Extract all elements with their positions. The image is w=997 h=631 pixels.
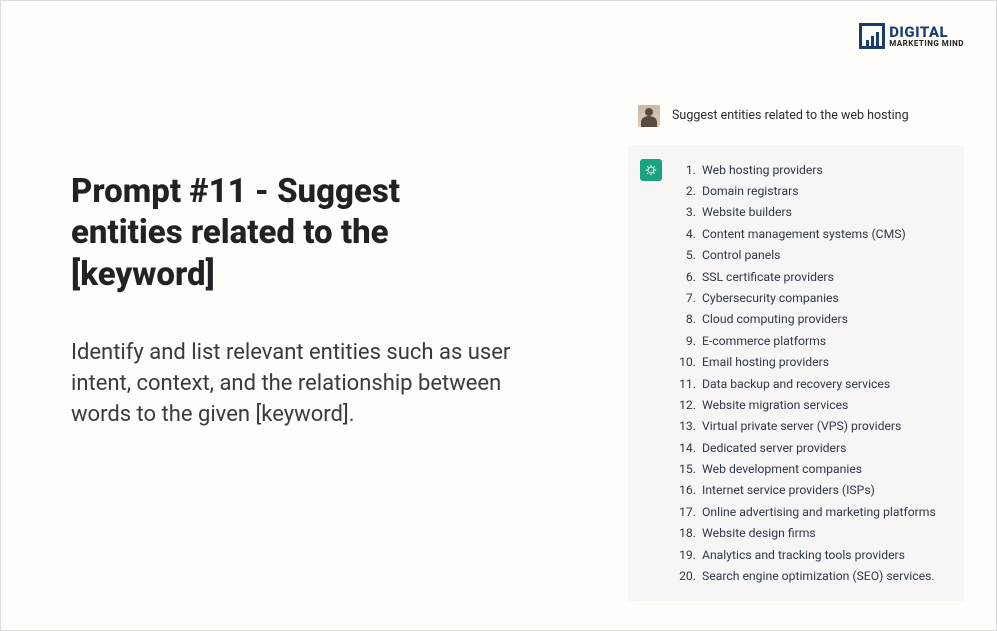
list-item: Search engine optimization (SEO) service… bbox=[676, 565, 952, 586]
logo-line1: DIGITAL bbox=[889, 25, 964, 40]
assistant-avatar-icon bbox=[640, 159, 662, 181]
list-item: Website design firms bbox=[676, 523, 952, 544]
list-item: Email hosting providers bbox=[676, 352, 952, 373]
list-item: Cybersecurity companies bbox=[676, 287, 952, 308]
user-prompt-text: Suggest entities related to the web host… bbox=[672, 105, 909, 123]
page-description: Identify and list relevant entities such… bbox=[71, 337, 511, 431]
logo-icon bbox=[859, 23, 885, 49]
list-item: Data backup and recovery services bbox=[676, 373, 952, 394]
list-item: Analytics and tracking tools providers bbox=[676, 544, 952, 565]
logo-text: DIGITAL MARKETING MIND bbox=[889, 25, 964, 48]
list-item: SSL certificate providers bbox=[676, 266, 952, 287]
slide-page: DIGITAL MARKETING MIND Prompt #11 - Sugg… bbox=[0, 0, 997, 631]
user-avatar-icon bbox=[638, 105, 660, 127]
list-item: Web development companies bbox=[676, 458, 952, 479]
brand-logo: DIGITAL MARKETING MIND bbox=[859, 23, 964, 49]
chat-panel: Suggest entities related to the web host… bbox=[628, 97, 964, 601]
list-item: Online advertising and marketing platfor… bbox=[676, 501, 952, 522]
list-item: Website builders bbox=[676, 202, 952, 223]
list-item: Control panels bbox=[676, 245, 952, 266]
logo-line2: MARKETING MIND bbox=[889, 40, 964, 48]
chat-assistant-turn: Web hosting providersDomain registrarsWe… bbox=[628, 145, 964, 601]
list-item: Domain registrars bbox=[676, 180, 952, 201]
list-item: Content management systems (CMS) bbox=[676, 223, 952, 244]
list-item: Web hosting providers bbox=[676, 159, 952, 180]
list-item: Dedicated server providers bbox=[676, 437, 952, 458]
list-item: Cloud computing providers bbox=[676, 309, 952, 330]
assistant-response-list: Web hosting providersDomain registrarsWe… bbox=[676, 159, 952, 587]
list-item: E-commerce platforms bbox=[676, 330, 952, 351]
list-item: Internet service providers (ISPs) bbox=[676, 480, 952, 501]
page-title: Prompt #11 - Suggest entities related to… bbox=[71, 171, 511, 295]
list-item: Virtual private server (VPS) providers bbox=[676, 416, 952, 437]
chat-user-turn: Suggest entities related to the web host… bbox=[628, 97, 964, 145]
list-item: Website migration services bbox=[676, 394, 952, 415]
content-column: Prompt #11 - Suggest entities related to… bbox=[71, 171, 511, 430]
